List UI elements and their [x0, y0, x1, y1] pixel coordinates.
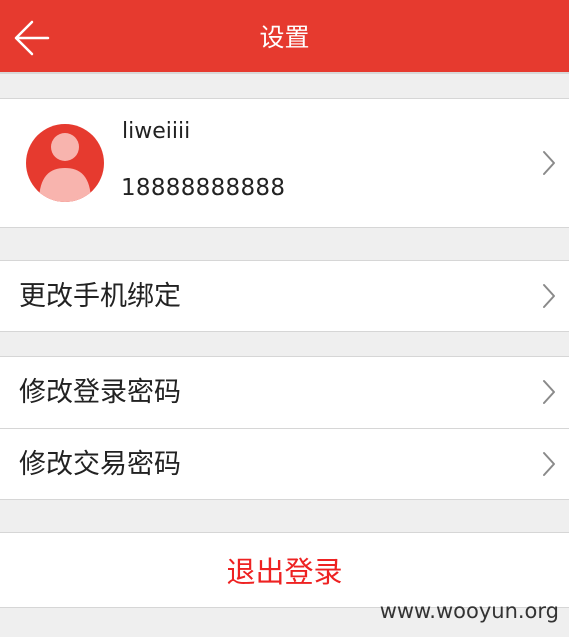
change-trade-password-item[interactable]: 修改交易密码	[0, 429, 569, 499]
menu-group-passwords: 修改登录密码 修改交易密码	[0, 356, 569, 500]
page-title: 设置	[259, 23, 310, 52]
username: liweiiii	[122, 119, 191, 144]
logout-button[interactable]: 退出登录	[0, 532, 569, 608]
change-login-password-label: 修改登录密码	[19, 377, 181, 408]
chevron-right-icon	[543, 284, 555, 308]
profile-row[interactable]: liweiiii 18888888888	[0, 98, 569, 228]
logout-label: 退出登录	[226, 555, 343, 589]
top-bar: 设置	[0, 0, 569, 74]
chevron-right-icon	[543, 452, 555, 476]
user-avatar-icon	[26, 124, 104, 202]
change-login-password-item[interactable]: 修改登录密码	[0, 357, 569, 427]
chevron-right-icon	[543, 380, 555, 404]
watermark: www.wooyun.org	[379, 599, 559, 623]
menu-group-phone: 更改手机绑定	[0, 260, 569, 332]
chevron-right-icon	[543, 151, 555, 175]
change-phone-binding-label: 更改手机绑定	[19, 281, 181, 312]
phone-number: 18888888888	[121, 175, 286, 201]
change-phone-binding-item[interactable]: 更改手机绑定	[0, 261, 569, 331]
change-trade-password-label: 修改交易密码	[19, 449, 181, 480]
